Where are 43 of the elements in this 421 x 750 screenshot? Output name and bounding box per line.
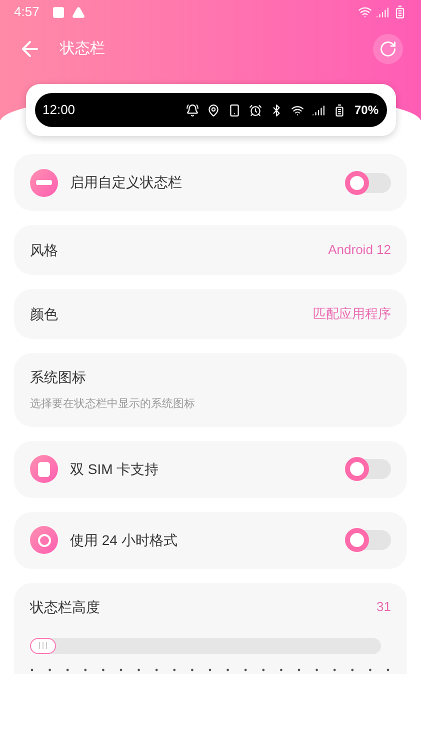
notification-icon: [53, 6, 64, 18]
setting-card[interactable]: 系统图标 选择要在状态栏中显示的系统图标: [14, 353, 407, 426]
battery-icon: [333, 104, 346, 116]
setting-label: 风格: [30, 240, 59, 260]
slider-thumb[interactable]: [30, 638, 56, 654]
setting-label: 使用 24 小时格式: [70, 530, 178, 550]
setting-card[interactable]: 启用自定义状态栏: [14, 154, 407, 211]
phone-icon: [228, 104, 242, 116]
refresh-button[interactable]: [373, 34, 403, 64]
clock-icon: [30, 526, 58, 554]
wifi-icon: [358, 5, 372, 19]
preview-time: 12:00: [42, 101, 76, 120]
setting-value: Android 12: [328, 241, 391, 260]
signal-icon: [312, 104, 326, 116]
slider-track[interactable]: [30, 638, 381, 654]
bell-icon: [186, 104, 200, 116]
location-icon: [207, 104, 220, 116]
setting-label: 颜色: [30, 304, 59, 324]
status-time: 4:57: [14, 3, 40, 22]
setting-label: 启用自定义状态栏: [70, 173, 183, 192]
grip-icon: [39, 642, 47, 649]
toggle-switch[interactable]: [345, 530, 391, 550]
setting-label: 双 SIM 卡支持: [70, 460, 160, 478]
alarm-icon: [249, 104, 262, 116]
toggle-switch[interactable]: [345, 459, 391, 479]
setting-value: 31: [376, 598, 391, 616]
setting-label: 系统图标: [30, 368, 87, 387]
setting-value: 匹配应用程序: [313, 305, 391, 324]
wifi-icon: [291, 104, 304, 116]
setting-card[interactable]: 风格 Android 12: [14, 225, 407, 275]
refresh-icon: [379, 40, 397, 58]
setting-card[interactable]: 颜色 匹配应用程序: [14, 289, 407, 339]
setting-label: 状态栏高度: [30, 598, 101, 616]
battery-percent: 70%: [354, 102, 378, 119]
setting-card[interactable]: 使用 24 小时格式: [14, 512, 407, 568]
toggle-switch[interactable]: [345, 172, 391, 192]
warning-icon: [72, 6, 86, 18]
battery-icon: [393, 5, 407, 19]
setting-description: 选择要在状态栏中显示的系统图标: [30, 396, 196, 412]
setting-card[interactable]: 双 SIM 卡支持: [14, 440, 407, 498]
signal-icon: [376, 6, 389, 18]
page-title: 状态栏: [60, 38, 105, 59]
sim-card-icon: [30, 455, 58, 483]
